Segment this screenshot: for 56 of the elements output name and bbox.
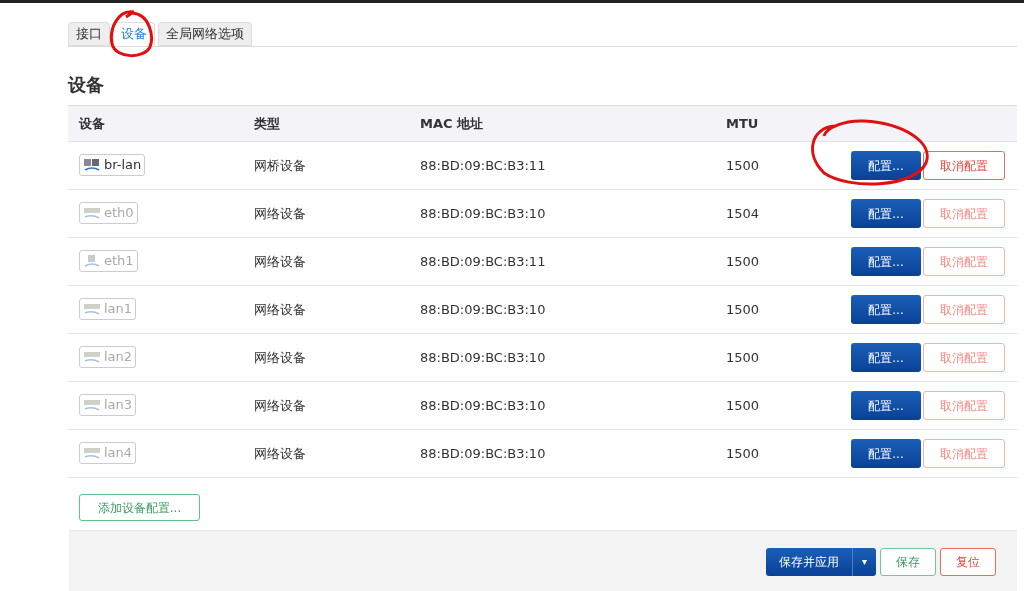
type-cell-text: 网络设备 [254, 252, 307, 271]
switch-icon [83, 349, 101, 364]
mtu-cell-text: 1500 [726, 252, 761, 271]
configure-button[interactable]: 配置... [851, 343, 921, 372]
type-cell-text: 网络设备 [254, 204, 307, 223]
tab[interactable]: 设备 [113, 22, 155, 46]
switch-icon [83, 445, 101, 460]
column-header: 设备 [78, 114, 106, 133]
type-cell-text: 网络设备 [254, 444, 307, 463]
configure-button[interactable]: 配置... [851, 439, 921, 468]
bridge-icon [83, 157, 101, 172]
tab[interactable]: 全局网络选项 [158, 22, 252, 46]
mac-cell-text: 88:BD:09:BC:B3:11 [420, 156, 547, 175]
switch-icon [83, 205, 101, 220]
column-header: MTU [726, 114, 760, 133]
column-header: MAC 地址 [420, 114, 485, 133]
mtu-cell-text: 1500 [726, 396, 761, 415]
column-header: 类型 [254, 114, 281, 133]
configure-button[interactable]: 配置... [851, 199, 921, 228]
port-icon [83, 253, 101, 268]
type-cell-text: 网络设备 [254, 300, 307, 319]
mtu-cell-text: 1500 [726, 348, 761, 367]
add-device-button[interactable]: 添加设备配置... [79, 494, 200, 521]
switch-icon [83, 301, 101, 316]
tab[interactable]: 接口 [68, 22, 110, 46]
configure-button[interactable]: 配置... [851, 391, 921, 420]
device-badge: eth0 [79, 201, 138, 224]
mtu-cell-text: 1500 [726, 300, 761, 319]
configure-button[interactable]: 配置... [851, 247, 921, 276]
mtu-cell-text: 1500 [726, 156, 761, 175]
device-badge: lan1 [79, 297, 137, 320]
save-apply-button[interactable]: 保存并应用 ▾ [766, 548, 876, 576]
unconfigure-button[interactable]: 取消配置 [923, 151, 1005, 180]
configure-button[interactable]: 配置... [851, 151, 921, 180]
configure-button[interactable]: 配置... [851, 295, 921, 324]
type-cell-text: 网络设备 [254, 396, 307, 415]
switch-icon [83, 397, 101, 412]
type-cell-text: 网桥设备 [254, 156, 307, 175]
mtu-cell-text: 1500 [726, 444, 761, 463]
type-cell-text: 网络设备 [254, 348, 307, 367]
device-badge: lan3 [79, 393, 137, 416]
mac-cell-text: 88:BD:09:BC:B3:10 [420, 444, 547, 463]
device-badge: lan2 [79, 345, 137, 368]
device-badge: br-lan [79, 153, 146, 176]
reset-button[interactable]: 复位 [940, 548, 996, 576]
device-badge: eth1 [79, 249, 138, 272]
mac-cell-text: 88:BD:09:BC:B3:10 [420, 348, 547, 367]
mac-cell-text: 88:BD:09:BC:B3:10 [420, 396, 547, 415]
dropdown-toggle[interactable]: ▾ [852, 548, 876, 576]
mac-cell-text: 88:BD:09:BC:B3:10 [420, 204, 547, 223]
mtu-cell-text: 1504 [726, 204, 761, 223]
mac-cell-text: 88:BD:09:BC:B3:10 [420, 300, 547, 319]
section-heading: 设备 [68, 73, 105, 97]
mac-cell-text: 88:BD:09:BC:B3:11 [420, 252, 547, 271]
device-badge: lan4 [79, 441, 137, 464]
save-button[interactable]: 保存 [880, 548, 936, 576]
